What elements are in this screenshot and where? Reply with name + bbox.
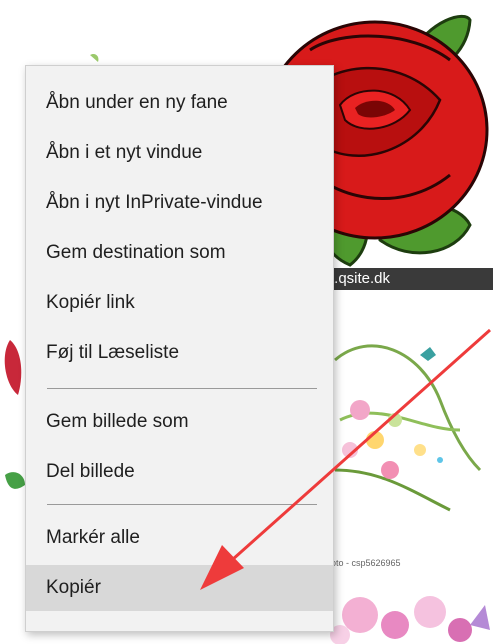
menu-item-label: Åbn under en ny fane: [46, 92, 228, 113]
menu-item-save-target-as[interactable]: Gem destination som: [26, 230, 333, 276]
menu-item-label: Gem billede som: [46, 411, 189, 432]
pink-flowers-image: [330, 596, 490, 644]
watermark-text: t.qsite.dk: [330, 270, 391, 287]
menu-item-label: Føj til Læseliste: [46, 342, 180, 363]
menu-item-open-new-tab[interactable]: Åbn under en ny fane: [26, 80, 333, 126]
menu-item-copy[interactable]: Kopiér: [26, 565, 333, 611]
menu-item-label: Åbn i nyt InPrivate-vindue: [46, 192, 263, 213]
menu-item-save-image-as[interactable]: Gem billede som: [26, 399, 333, 445]
menu-item-open-inprivate-window[interactable]: Åbn i nyt InPrivate-vindue: [26, 180, 333, 226]
menu-item-add-to-reading-list[interactable]: Føj til Læseliste: [26, 330, 333, 376]
menu-separator: [47, 504, 317, 505]
menu-item-label: Kopiér: [46, 577, 101, 598]
menu-item-label: Gem destination som: [46, 242, 226, 263]
menu-item-label: Del billede: [46, 461, 135, 482]
menu-item-label: Kopiér link: [46, 292, 135, 313]
context-menu: Åbn under en ny fane Åbn i et nyt vindue…: [25, 65, 334, 632]
menu-separator: [47, 388, 317, 389]
menu-item-label: Åbn i et nyt vindue: [46, 142, 203, 163]
menu-item-label: Markér alle: [46, 527, 140, 548]
menu-item-select-all[interactable]: Markér alle: [26, 515, 333, 561]
photo-credit: hoto - csp5626965: [326, 558, 401, 568]
image-caption-bar: t.qsite.dk: [318, 268, 493, 290]
menu-item-open-new-window[interactable]: Åbn i et nyt vindue: [26, 130, 333, 176]
menu-item-share-image[interactable]: Del billede: [26, 449, 333, 495]
menu-item-copy-link[interactable]: Kopiér link: [26, 280, 333, 326]
flower-illustration: [334, 344, 482, 512]
